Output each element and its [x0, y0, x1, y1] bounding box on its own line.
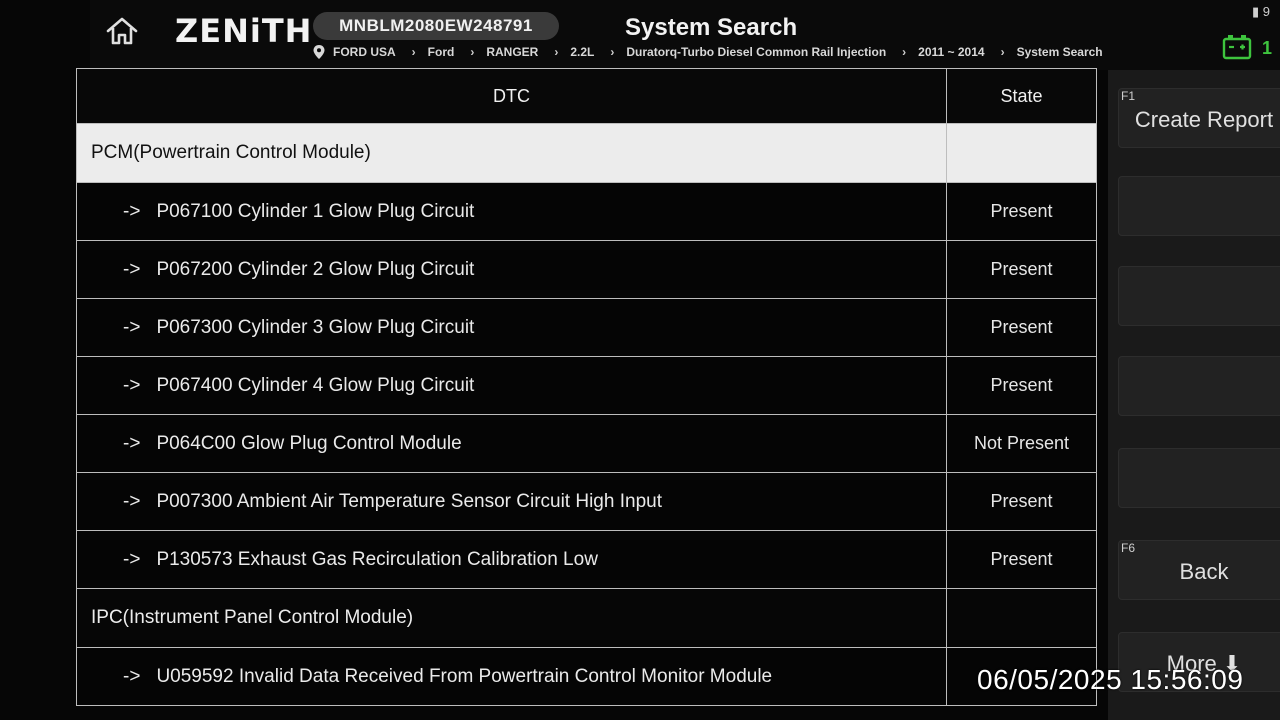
module-state-cell: [946, 123, 1097, 183]
state-cell: Present: [946, 240, 1097, 299]
photo-timestamp: 06/05/2025 15:56:09: [977, 664, 1244, 695]
function-key-label: Create Report: [1134, 107, 1274, 132]
breadcrumb-item[interactable]: 2.2L: [570, 45, 594, 59]
function-key-3[interactable]: [1118, 266, 1280, 326]
dtc-text: P007300 Ambient Air Temperature Sensor C…: [156, 490, 662, 512]
dtc-text: P067300 Cylinder 3 Glow Plug Circuit: [156, 316, 475, 338]
table-row[interactable]: -> P067300 Cylinder 3 Glow Plug Circuit P…: [76, 298, 1097, 357]
dtc-text: P067200 Cylinder 2 Glow Plug Circuit: [156, 258, 475, 280]
vin-badge: MNBLM2080EW248791: [313, 12, 559, 40]
chevron-right-icon: ›: [610, 45, 615, 59]
module-label: PCM(Powertrain Control Module): [76, 123, 947, 183]
breadcrumb: FORD USA › Ford › RANGER › 2.2L › Durato…: [313, 40, 1113, 64]
function-key-4[interactable]: [1118, 356, 1280, 416]
breadcrumb-item[interactable]: 2011 ~ 2014: [918, 45, 984, 59]
breadcrumb-item[interactable]: Ford: [428, 45, 455, 59]
arrow-indicator: ->: [123, 548, 141, 570]
battery-icon: [1222, 35, 1252, 60]
arrow-indicator: ->: [123, 258, 141, 280]
table-row[interactable]: -> P007300 Ambient Air Temperature Sensor…: [76, 472, 1097, 531]
dtc-cell: -> P067400 Cylinder 4 Glow Plug Circuit: [76, 356, 947, 415]
table-row[interactable]: -> U059592 Invalid Data Received From Pow…: [76, 647, 1097, 706]
module-state-cell: [946, 588, 1097, 648]
state-cell: Present: [946, 182, 1097, 241]
home-icon: [106, 17, 138, 45]
breadcrumb-item[interactable]: Duratorq-Turbo Diesel Common Rail Inject…: [626, 45, 886, 59]
column-header-dtc: DTC: [76, 68, 947, 124]
dtc-cell: -> P067300 Cylinder 3 Glow Plug Circuit: [76, 298, 947, 357]
dtc-cell: -> P130573 Exhaust Gas Recirculation Cali…: [76, 530, 947, 589]
dtc-table: DTC State PCM(Powertrain Control Module)…: [76, 68, 1097, 706]
module-row-ipc[interactable]: IPC(Instrument Panel Control Module): [76, 588, 1097, 648]
state-cell: Present: [946, 530, 1097, 589]
dtc-text: P064C00 Glow Plug Control Module: [156, 432, 462, 454]
state-cell: Present: [946, 472, 1097, 531]
dtc-text: P067400 Cylinder 4 Glow Plug Circuit: [156, 374, 475, 396]
function-key-2[interactable]: [1118, 176, 1280, 236]
table-row[interactable]: -> P067200 Cylinder 2 Glow Plug Circuit P…: [76, 240, 1097, 299]
dtc-cell: -> P064C00 Glow Plug Control Module: [76, 414, 947, 473]
table-row[interactable]: -> P067400 Cylinder 4 Glow Plug Circuit P…: [76, 356, 1097, 415]
arrow-indicator: ->: [123, 432, 141, 454]
state-cell: Not Present: [946, 414, 1097, 473]
chevron-right-icon: ›: [902, 45, 907, 59]
table-header-row: DTC State: [76, 68, 1097, 124]
chevron-right-icon: ›: [1000, 45, 1005, 59]
module-label: IPC(Instrument Panel Control Module): [76, 588, 947, 648]
dtc-cell: -> U059592 Invalid Data Received From Pow…: [76, 647, 947, 706]
dtc-cell: -> P067200 Cylinder 2 Glow Plug Circuit: [76, 240, 947, 299]
table-row[interactable]: -> P064C00 Glow Plug Control Module Not P…: [76, 414, 1097, 473]
dtc-text: P067100 Cylinder 1 Glow Plug Circuit: [156, 200, 475, 222]
breadcrumb-item[interactable]: RANGER: [486, 45, 538, 59]
breadcrumb-item-current: System Search: [1016, 45, 1103, 59]
location-pin-icon: [313, 45, 325, 59]
state-cell: Present: [946, 298, 1097, 357]
dtc-text: P130573 Exhaust Gas Recirculation Calibr…: [156, 548, 598, 570]
function-key-number: F1: [1121, 89, 1136, 103]
table-row[interactable]: -> P130573 Exhaust Gas Recirculation Cali…: [76, 530, 1097, 589]
back-button[interactable]: F6 Back: [1118, 540, 1280, 600]
screen: ZENiTH MNBLM2080EW248791 System Search F…: [0, 0, 1280, 720]
arrow-indicator: ->: [123, 200, 141, 222]
arrow-indicator: ->: [123, 316, 141, 338]
status-indicator: ▮ 9: [1252, 4, 1270, 19]
dtc-table-container[interactable]: DTC State PCM(Powertrain Control Module)…: [76, 68, 1098, 710]
function-key-number: F6: [1121, 541, 1136, 555]
table-row[interactable]: -> P067100 Cylinder 1 Glow Plug Circuit P…: [76, 182, 1097, 241]
column-header-state: State: [946, 68, 1097, 124]
chevron-right-icon: ›: [554, 45, 559, 59]
brand-logo: ZENiTH: [175, 12, 313, 50]
function-key-5[interactable]: [1118, 448, 1280, 508]
chevron-right-icon: ›: [411, 45, 416, 59]
arrow-indicator: ->: [123, 490, 141, 512]
create-report-button[interactable]: F1 Create Report: [1118, 88, 1280, 148]
arrow-indicator: ->: [123, 374, 141, 396]
dtc-cell: -> P007300 Ambient Air Temperature Sensor…: [76, 472, 947, 531]
breadcrumb-item[interactable]: FORD USA: [333, 45, 396, 59]
page-title: System Search: [625, 14, 798, 41]
dtc-cell: -> P067100 Cylinder 1 Glow Plug Circuit: [76, 182, 947, 241]
dtc-text: U059592 Invalid Data Received From Power…: [156, 665, 773, 687]
function-key-label: Back: [1179, 559, 1229, 584]
home-button[interactable]: [100, 14, 144, 48]
battery-voltage: 1: [1262, 38, 1273, 58]
chevron-right-icon: ›: [470, 45, 475, 59]
arrow-indicator: ->: [123, 665, 141, 687]
state-cell: Present: [946, 356, 1097, 415]
module-row-pcm[interactable]: PCM(Powertrain Control Module): [76, 123, 1097, 183]
